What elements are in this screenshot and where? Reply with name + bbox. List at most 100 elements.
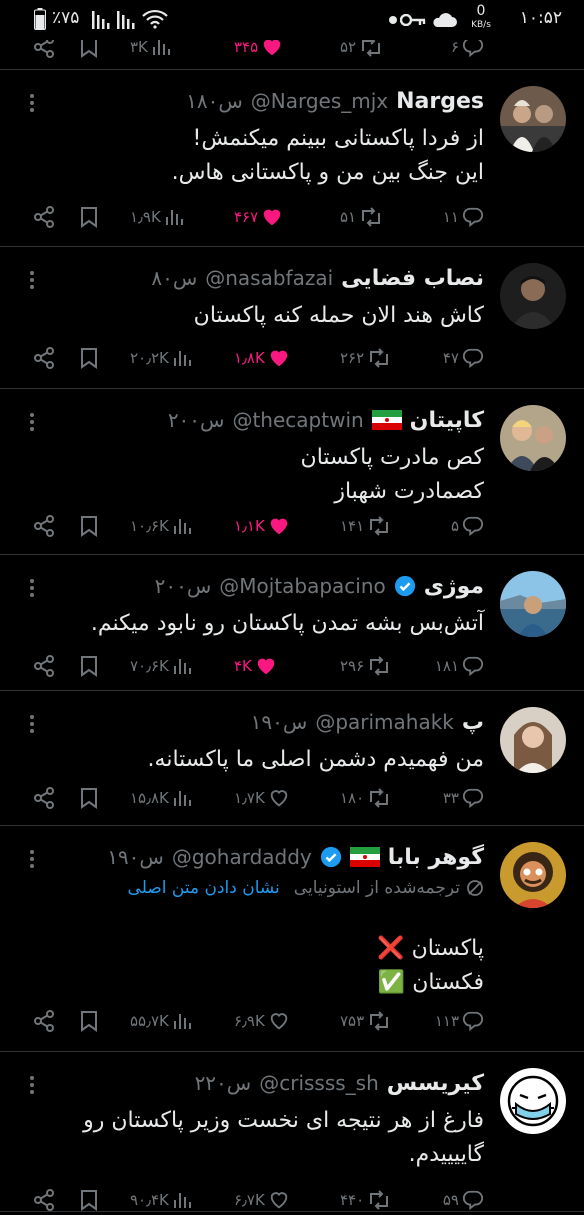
tweet[interactable]: Narges @Narges_mjx ۱۸۰س از فردا پاکستانی بب…	[0, 70, 584, 247]
show-original-link[interactable]: نشان دادن متن اصلی	[128, 878, 280, 898]
user-handle[interactable]: @parimahakk	[315, 710, 454, 734]
like-button[interactable]: ۱٫۷K	[234, 783, 290, 813]
like-button[interactable]: ۱٫۸K	[234, 343, 290, 373]
tweet-text-line: گاییییدم.	[408, 1142, 484, 1167]
reply-button[interactable]: ۳۳	[443, 783, 484, 813]
timestamp[interactable]: ۱۹۰س	[251, 710, 308, 734]
display-name[interactable]: نصاب فضایی	[341, 266, 484, 291]
timestamp[interactable]: ۱۹۰س	[107, 845, 164, 869]
like-button[interactable]: ۴K	[234, 651, 277, 681]
retweet-button[interactable]: ۷۵۳	[340, 1006, 391, 1036]
tweet[interactable]: موژی @Mojtabapacino ۲۰۰س آتش‌بس بشه تمدن پا…	[0, 555, 584, 691]
reply-button[interactable]: ۱۸۱	[435, 651, 484, 681]
share-icon[interactable]	[32, 346, 56, 370]
tweet[interactable]: گوهر بابا @gohardaddy ۱۹۰س ترجمه‌شده از است…	[0, 826, 584, 1052]
timestamp[interactable]: ۱۸۰س	[186, 89, 243, 113]
user-handle[interactable]: @Narges_mjx	[251, 89, 388, 113]
display-name[interactable]: پ	[462, 710, 484, 735]
like-button[interactable]: ۱٫۱K	[234, 511, 290, 541]
retweet-button[interactable]: ۱۴۱	[340, 511, 391, 541]
bookmark-icon[interactable]	[80, 206, 98, 228]
views-button[interactable]: ۵۵٫۷K	[130, 1006, 192, 1036]
more-options-icon[interactable]	[30, 715, 36, 736]
bookmark-icon[interactable]	[80, 1010, 98, 1032]
retweet-button[interactable]: ۱۸۰	[340, 783, 391, 813]
more-options-icon[interactable]	[30, 94, 36, 115]
views-count: ۷۰٫۶K	[130, 657, 169, 675]
share-icon[interactable]	[32, 1188, 56, 1212]
reply-button[interactable]: ۴۷	[443, 343, 484, 373]
views-icon	[165, 210, 183, 225]
retweet-button[interactable]: ۲۶۲	[340, 343, 391, 373]
more-options-icon[interactable]	[30, 1076, 36, 1097]
retweet-count: ۲۹۶	[340, 657, 365, 675]
views-button[interactable]: ۱۵٫۸K	[130, 783, 192, 813]
tweet-header: کاپیتان @thecaptwin ۲۰۰س	[168, 405, 484, 435]
display-name[interactable]: Narges	[396, 89, 484, 114]
user-handle[interactable]: @crissss_sh	[259, 1071, 379, 1095]
views-button[interactable]: ۱٫۹K	[130, 202, 184, 232]
views-button[interactable]: ۱۰٫۶K	[130, 511, 192, 541]
tweet-text-line: فارغ از هر نتیجه ای نخست وزیر پاکستان رو	[83, 1108, 484, 1133]
avatar[interactable]	[500, 86, 566, 152]
like-count: ۳۴۵	[234, 38, 259, 56]
display-name[interactable]: کاپیتان	[410, 408, 484, 433]
timestamp[interactable]: ۲۲۰س	[195, 1071, 252, 1095]
retweet-button[interactable]: ۲۹۶	[340, 651, 391, 681]
user-handle[interactable]: @nasabfazai	[205, 266, 333, 290]
timestamp[interactable]: ۲۰۰س	[155, 574, 212, 598]
share-icon[interactable]	[32, 205, 56, 229]
like-count: ۴K	[234, 657, 252, 675]
avatar[interactable]	[500, 1068, 566, 1134]
like-button[interactable]: ۶٫۷K	[234, 1185, 290, 1215]
more-options-icon[interactable]	[30, 850, 36, 871]
tweet[interactable]: کاپیتان @thecaptwin ۲۰۰س کص مادرت پاکستان کص…	[0, 389, 584, 555]
bookmark-icon[interactable]	[80, 655, 98, 677]
reply-button[interactable]: ۱۱۳	[435, 1006, 484, 1036]
user-handle[interactable]: @gohardaddy	[172, 845, 312, 869]
more-options-icon[interactable]	[30, 271, 36, 292]
retweet-icon	[370, 656, 389, 676]
share-icon[interactable]	[32, 514, 56, 538]
avatar[interactable]	[500, 263, 566, 329]
share-icon[interactable]	[32, 786, 56, 810]
views-button[interactable]: ۲۰٫۲K	[130, 343, 192, 373]
bookmark-icon[interactable]	[80, 515, 98, 537]
reply-button[interactable]: ۵	[451, 511, 484, 541]
share-icon[interactable]	[32, 654, 56, 678]
retweet-button[interactable]: ۴۴۰	[340, 1185, 391, 1215]
timestamp[interactable]: ۸۰س	[151, 266, 197, 290]
tweet-actions: ۱۱ ۵۱ ۴۶۷ ۱٫۹K	[0, 202, 584, 232]
timestamp[interactable]: ۲۰۰س	[168, 408, 225, 432]
tweet[interactable]: پ @parimahakk ۱۹۰س من فهمیدم دشمن اصلی ما پ…	[0, 691, 584, 826]
bookmark-icon[interactable]	[80, 347, 98, 369]
reply-button[interactable]: ۱۱	[443, 202, 484, 232]
avatar[interactable]	[500, 842, 566, 908]
more-options-icon[interactable]	[30, 579, 36, 600]
avatar[interactable]	[500, 707, 566, 773]
views-button[interactable]: ۹۰٫۴K	[130, 1185, 192, 1215]
share-icon[interactable]	[32, 1009, 56, 1033]
avatar[interactable]	[500, 571, 566, 637]
bookmark-icon[interactable]	[80, 1189, 98, 1211]
like-button[interactable]: ۶٫۹K	[234, 1006, 290, 1036]
tweet-actions: ۴۷ ۲۶۲ ۱٫۸K ۲۰٫۲K	[0, 343, 584, 373]
retweet-button[interactable]: ۵۱	[340, 202, 383, 232]
views-button[interactable]: ۷۰٫۶K	[130, 651, 192, 681]
display-name[interactable]: کیریسس	[387, 1071, 484, 1096]
bookmark-icon[interactable]	[80, 787, 98, 809]
reply-button[interactable]: ۵۹	[443, 1185, 484, 1215]
user-handle[interactable]: @thecaptwin	[232, 408, 363, 432]
tweet[interactable]: کیریسس @crissss_sh ۲۲۰س فارغ از هر نتیجه ای…	[0, 1052, 584, 1212]
like-button[interactable]: ۴۶۷	[234, 202, 283, 232]
display-name[interactable]: گوهر بابا	[388, 845, 484, 870]
reply-count: ۵۹	[442, 1191, 459, 1209]
tweet-actions: ۵ ۱۴۱ ۱٫۱K ۱۰٫۶K	[0, 511, 584, 541]
tweet-text-line: از فردا پاکستانی ببینم میکنمش!	[192, 126, 484, 151]
avatar[interactable]	[500, 405, 566, 471]
more-options-icon[interactable]	[30, 413, 36, 434]
tweet[interactable]: نصاب فضایی @nasabfazai ۸۰س کاش هند الان حمل…	[0, 247, 584, 389]
views-icon	[173, 1193, 191, 1208]
user-handle[interactable]: @Mojtabapacino	[219, 574, 386, 598]
display-name[interactable]: موژی	[424, 574, 484, 599]
